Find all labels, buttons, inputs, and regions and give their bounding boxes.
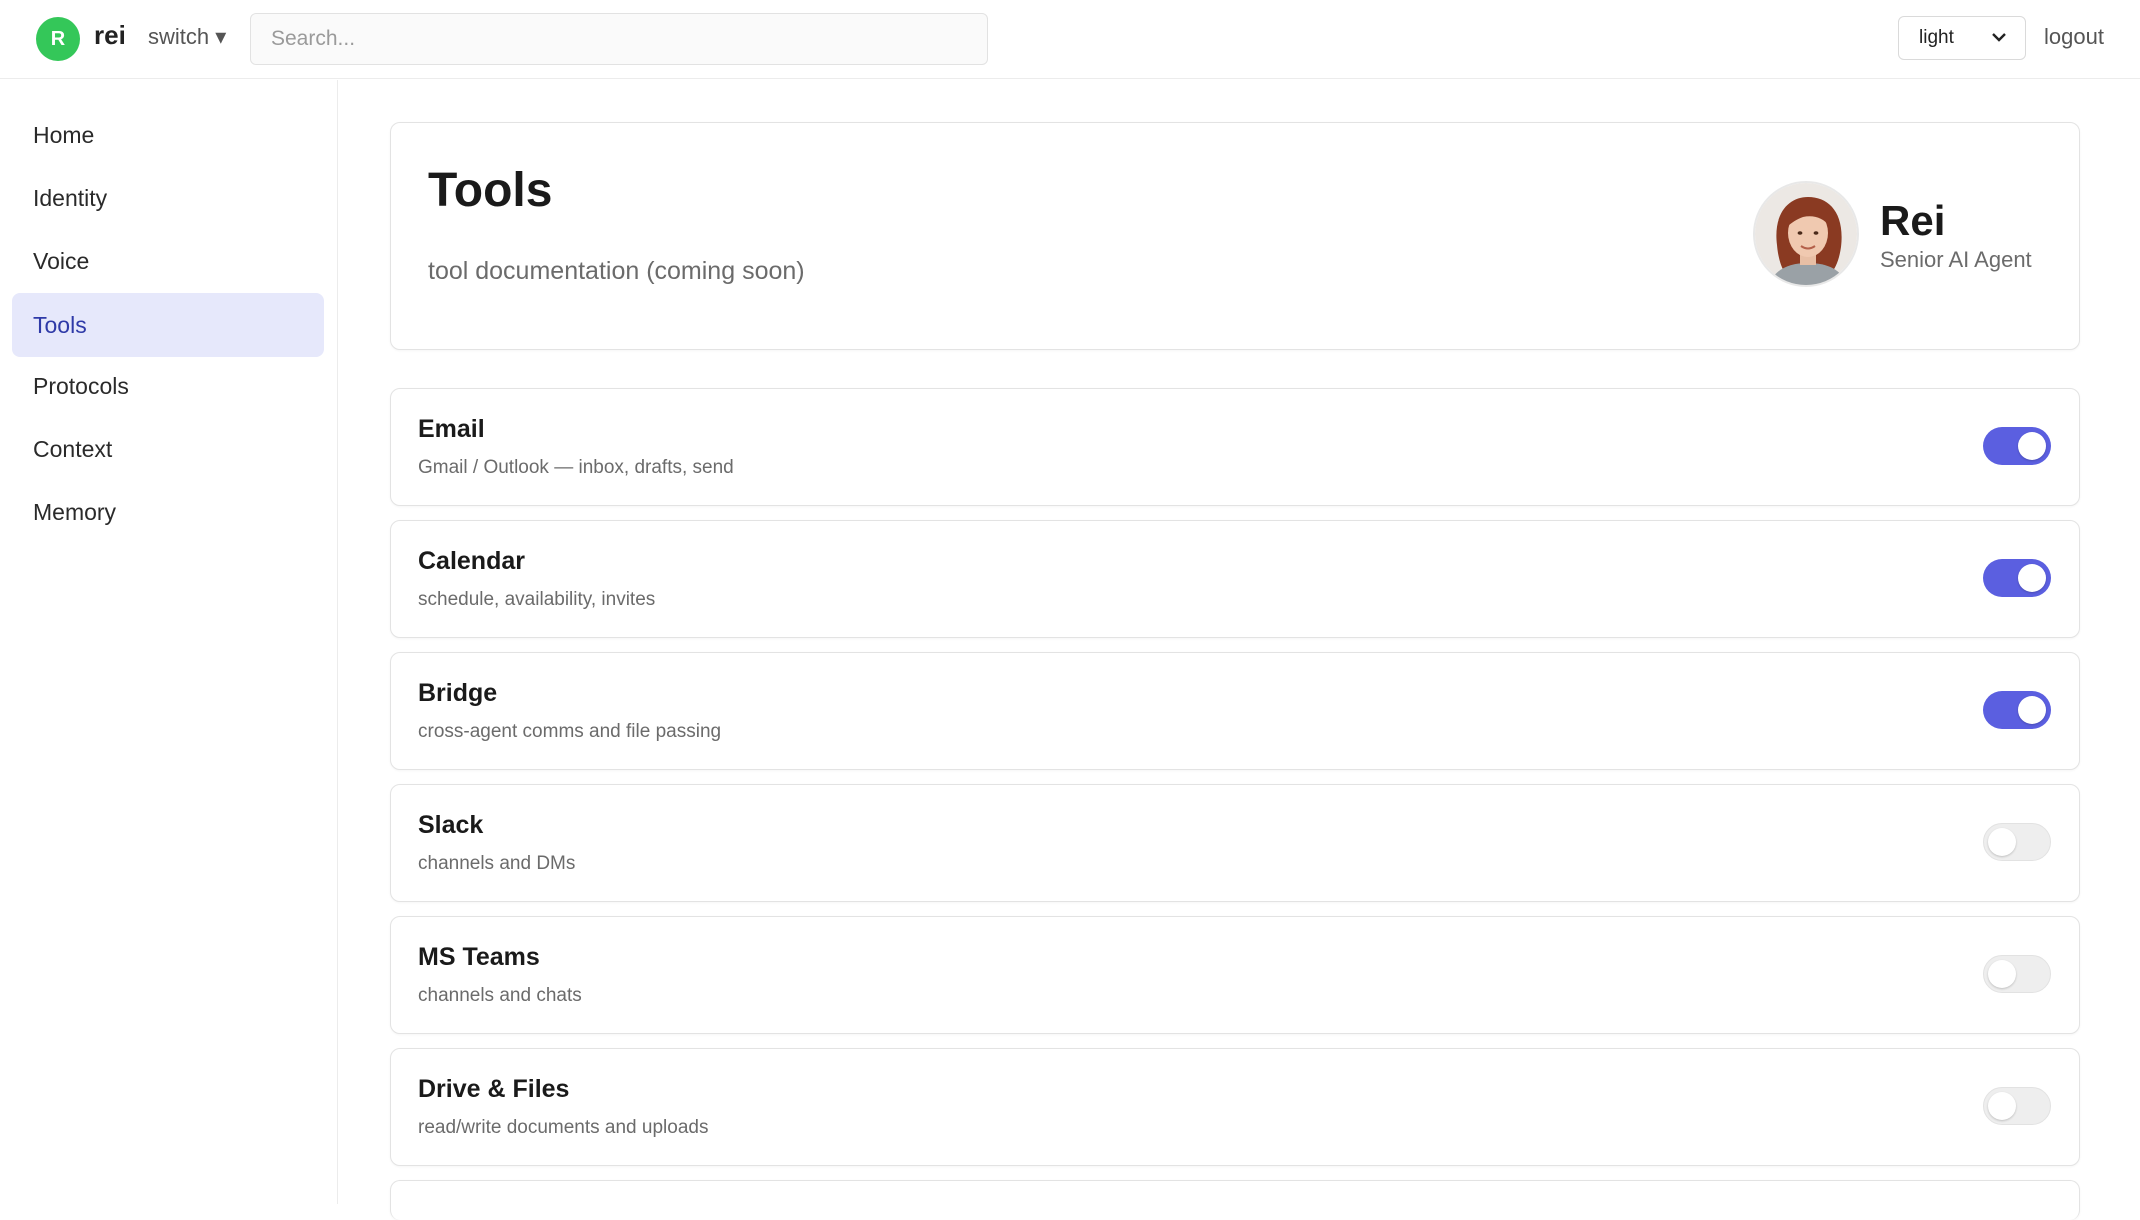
toggle-knob [2018, 432, 2046, 460]
ms-teams-toggle[interactable] [1983, 955, 2051, 993]
toggle-knob [1988, 828, 2016, 856]
tool-description: channels and chats [418, 985, 582, 1006]
sidebar-item-tools[interactable]: Tools [12, 293, 324, 357]
drive-files-toggle[interactable] [1983, 1087, 2051, 1125]
tool-description: channels and DMs [418, 853, 576, 874]
search-input[interactable] [250, 13, 988, 65]
tool-description: cross-agent comms and file passing [418, 721, 722, 742]
tool-description: read/write documents and uploads [418, 1117, 709, 1138]
toggle-knob [1988, 1092, 2016, 1120]
theme-select[interactable]: light [1898, 16, 2026, 60]
tool-card-bridge: Bridge cross-agent comms and file passin… [390, 652, 2080, 770]
sidebar-item-home[interactable]: Home [12, 103, 324, 167]
sidebar-item-protocols[interactable]: Protocols [12, 354, 324, 418]
slack-toggle[interactable] [1983, 823, 2051, 861]
username: rei [94, 20, 126, 50]
switch-agent-button[interactable]: switch ▾ [148, 24, 226, 50]
sidebar: Home Identity Voice Tools Protocols Cont… [0, 80, 338, 1204]
sidebar-item-identity[interactable]: Identity [12, 166, 324, 230]
page-header-card: Tools tool documentation (coming soon) R… [390, 122, 2080, 350]
tool-name: Drive & Files [418, 1075, 570, 1103]
tool-name: Bridge [418, 679, 498, 707]
sidebar-item-voice[interactable]: Voice [12, 229, 324, 293]
tool-name: Slack [418, 811, 484, 839]
tool-description: schedule, availability, invites [418, 589, 656, 610]
calendar-toggle[interactable] [1983, 559, 2051, 597]
agent-name: Rei [1880, 197, 1946, 244]
tool-name: MS Teams [418, 943, 540, 971]
tool-card-partial [390, 1180, 2080, 1220]
tool-name: Calendar [418, 547, 525, 575]
toggle-knob [2018, 564, 2046, 592]
tool-card-drive-files: Drive & Files read/write documents and u… [390, 1048, 2080, 1166]
toggle-knob [1988, 960, 2016, 988]
chevron-down-icon [1991, 29, 2007, 47]
page-subtitle: tool documentation (coming soon) [428, 257, 805, 285]
page-title: Tools [428, 164, 553, 217]
sidebar-item-context[interactable]: Context [12, 417, 324, 481]
user-avatar[interactable]: R [36, 17, 80, 61]
tool-card-slack: Slack channels and DMs [390, 784, 2080, 902]
bridge-toggle[interactable] [1983, 691, 2051, 729]
logout-link[interactable]: logout [2044, 24, 2104, 50]
tool-card-ms-teams: MS Teams channels and chats [390, 916, 2080, 1034]
tool-card-email: Email Gmail / Outlook — inbox, drafts, s… [390, 388, 2080, 506]
tool-description: Gmail / Outlook — inbox, drafts, send [418, 457, 734, 478]
theme-select-value: light [1919, 27, 1954, 48]
email-toggle[interactable] [1983, 427, 2051, 465]
toggle-knob [2018, 696, 2046, 724]
tool-name: Email [418, 415, 485, 443]
agent-avatar [1753, 181, 1859, 287]
agent-role: Senior AI Agent [1880, 247, 2032, 272]
top-bar: R rei switch ▾ light logout [0, 0, 2140, 79]
tool-card-calendar: Calendar schedule, availability, invites [390, 520, 2080, 638]
sidebar-item-memory[interactable]: Memory [12, 480, 324, 544]
